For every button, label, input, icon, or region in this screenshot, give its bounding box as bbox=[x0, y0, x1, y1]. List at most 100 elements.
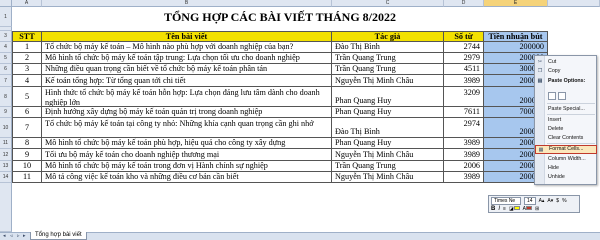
cell-article-title[interactable]: Hình thức tổ chức bộ máy kế toán hỗn hợp… bbox=[42, 87, 332, 107]
cell-author[interactable]: Phan Quang Huy bbox=[332, 107, 444, 118]
menu-item-clear-contents[interactable]: Clear Contents bbox=[535, 134, 597, 142]
row-header[interactable]: 6 bbox=[0, 64, 12, 75]
row-header[interactable]: 14 bbox=[0, 172, 12, 183]
cell-word-count[interactable]: 7611 bbox=[444, 107, 484, 118]
cell-author[interactable]: Nguyễn Thị Minh Châu bbox=[332, 172, 444, 183]
column-header-e[interactable]: E bbox=[484, 0, 548, 7]
first-sheet-icon[interactable]: ◂ bbox=[3, 233, 8, 239]
prev-sheet-icon[interactable]: ◃ bbox=[10, 233, 15, 239]
cell-author[interactable]: Trần Quang Trung bbox=[332, 161, 444, 172]
cell-stt[interactable]: 1 bbox=[12, 42, 42, 53]
column-header-a[interactable]: A bbox=[12, 0, 42, 7]
cell-stt[interactable]: 7 bbox=[12, 118, 42, 138]
cell-word-count[interactable]: 2979 bbox=[444, 53, 484, 64]
cell-article-title[interactable]: Tối ưu bộ máy kế toán cho doanh nghiệp t… bbox=[42, 149, 332, 161]
percent-icon[interactable]: % bbox=[562, 198, 566, 204]
cell-word-count[interactable]: 4511 bbox=[444, 64, 484, 75]
row-header[interactable]: 12 bbox=[0, 149, 12, 161]
cell-author[interactable]: Phan Quang Huy bbox=[332, 138, 444, 149]
italic-icon[interactable]: I bbox=[498, 206, 500, 212]
cell-stt[interactable]: 2 bbox=[12, 53, 42, 64]
paste-option-1[interactable] bbox=[548, 92, 556, 100]
cell-author[interactable]: Đào Thị Bình bbox=[332, 42, 444, 53]
column-header-blank[interactable] bbox=[548, 0, 600, 7]
next-sheet-icon[interactable]: ▹ bbox=[17, 233, 22, 239]
cell-stt[interactable]: 10 bbox=[12, 161, 42, 172]
cell-article-title[interactable]: Mô hình tổ chức bộ máy kế toán phù hợp, … bbox=[42, 138, 332, 149]
menu-item-unhide[interactable]: Unhide bbox=[535, 173, 597, 181]
borders-icon[interactable]: ⊞ bbox=[535, 206, 539, 212]
cell-author[interactable]: Đào Thị Bình bbox=[332, 118, 444, 138]
font-size-box[interactable]: 14 bbox=[524, 197, 536, 205]
shrink-font-icon[interactable]: A▾ bbox=[547, 198, 553, 204]
cell-article-title[interactable]: Kế toán tổng hợp: Từ tổng quan tới chi t… bbox=[42, 75, 332, 87]
menu-label-insert: Insert bbox=[548, 117, 562, 123]
cell-stt[interactable]: 9 bbox=[12, 149, 42, 161]
row-header[interactable]: 7 bbox=[0, 75, 12, 87]
menu-item-insert[interactable]: Insert bbox=[535, 116, 597, 124]
cell-stt[interactable]: 5 bbox=[12, 87, 42, 107]
row-header[interactable]: 13 bbox=[0, 161, 12, 172]
menu-label-paste-options: Paste Options: bbox=[548, 78, 586, 84]
cell-author[interactable]: Nguyễn Thị Minh Châu bbox=[332, 75, 444, 87]
menu-label-hide: Hide bbox=[548, 165, 559, 171]
cell-article-title[interactable]: Tổ chức bộ máy kế toán – Mô hình nào phù… bbox=[42, 42, 332, 53]
cell-stt[interactable]: 11 bbox=[12, 172, 42, 183]
select-all-corner[interactable] bbox=[0, 0, 12, 7]
cell-article-title[interactable]: Mô tả công việc kế toán kho và những điề… bbox=[42, 172, 332, 183]
menu-item-cut[interactable]: ✂ Cut bbox=[535, 58, 597, 66]
column-header-b[interactable]: B bbox=[42, 0, 332, 7]
last-sheet-icon[interactable]: ▸ bbox=[23, 233, 28, 239]
align-center-icon[interactable]: ≡ bbox=[503, 206, 506, 212]
row-header[interactable]: 10 bbox=[0, 118, 12, 138]
cell-author[interactable]: Phan Quang Huy bbox=[332, 87, 444, 107]
row-header[interactable] bbox=[0, 183, 12, 232]
grow-font-icon[interactable]: A▴ bbox=[539, 198, 545, 204]
menu-item-format-cells[interactable]: ▦ Format Cells... bbox=[535, 145, 597, 154]
cell-article-title[interactable]: Mô hình tổ chức bộ máy kế toán tập trung… bbox=[42, 53, 332, 64]
cell-word-count[interactable]: 2744 bbox=[444, 42, 484, 53]
font-color-icon[interactable]: A bbox=[523, 206, 533, 212]
cell-word-count[interactable]: 2006 bbox=[444, 161, 484, 172]
cell-article-title[interactable]: Định hướng xây dựng bộ máy kế toán quản … bbox=[42, 107, 332, 118]
bold-icon[interactable]: B bbox=[491, 206, 495, 212]
header-tien-nhuan-but: Tiền nhuận bút bbox=[484, 31, 548, 42]
menu-item-copy[interactable]: ❐ Copy bbox=[535, 67, 597, 75]
row-header[interactable]: 9 bbox=[0, 107, 12, 118]
cell-author[interactable]: Nguyễn Thị Minh Châu bbox=[332, 149, 444, 161]
row-header[interactable]: 5 bbox=[0, 53, 12, 64]
column-header-d[interactable]: D bbox=[444, 0, 484, 7]
row-header[interactable]: 8 bbox=[0, 87, 12, 107]
menu-item-paste-special[interactable]: Paste Special... bbox=[535, 105, 597, 113]
menu-label-paste-special: Paste Special... bbox=[548, 106, 585, 112]
row-header[interactable]: 11 bbox=[0, 138, 12, 149]
cell-stt[interactable]: 8 bbox=[12, 138, 42, 149]
paste-option-2[interactable] bbox=[558, 92, 566, 100]
cell-article-title[interactable]: Mô hình tổ chức bộ máy kế toán trong đơn… bbox=[42, 161, 332, 172]
menu-item-delete[interactable]: Delete bbox=[535, 125, 597, 133]
cell-author[interactable]: Trần Quang Trung bbox=[332, 53, 444, 64]
cell-stt[interactable]: 6 bbox=[12, 107, 42, 118]
currency-icon[interactable]: $ bbox=[556, 198, 559, 204]
menu-item-column-width[interactable]: Column Width... bbox=[535, 155, 597, 163]
menu-item-hide[interactable]: Hide bbox=[535, 164, 597, 172]
cell-word-count[interactable]: 3209 bbox=[444, 87, 484, 107]
column-header-c[interactable]: C bbox=[332, 0, 444, 7]
font-name-box[interactable]: Times Ne bbox=[491, 197, 521, 205]
row-header-3[interactable]: 3 bbox=[0, 31, 12, 42]
cell-word-count[interactable]: 3989 bbox=[444, 75, 484, 87]
cell-word-count[interactable]: 2974 bbox=[444, 118, 484, 138]
cell-word-count[interactable]: 3989 bbox=[444, 138, 484, 149]
cell-word-count[interactable]: 3989 bbox=[444, 149, 484, 161]
row-header[interactable]: 4 bbox=[0, 42, 12, 53]
fill-color-icon[interactable]: ◪ bbox=[509, 206, 520, 212]
row-header-1[interactable]: 1 bbox=[0, 7, 12, 27]
cell-stt[interactable]: 3 bbox=[12, 64, 42, 75]
cell-stt[interactable]: 4 bbox=[12, 75, 42, 87]
cell-article-title[interactable]: Tổ chức bộ máy kế toán tại công ty nhỏ: … bbox=[42, 118, 332, 138]
cell-author[interactable]: Trần Quang Trung bbox=[332, 64, 444, 75]
sheet-tab[interactable]: Tổng hợp bài viết bbox=[30, 232, 87, 240]
cell-article-title[interactable]: Những điều quan trọng cần biết về tổ chứ… bbox=[42, 64, 332, 75]
cell-royalty[interactable]: 200000 bbox=[484, 42, 548, 53]
cell-word-count[interactable]: 3989 bbox=[444, 172, 484, 183]
